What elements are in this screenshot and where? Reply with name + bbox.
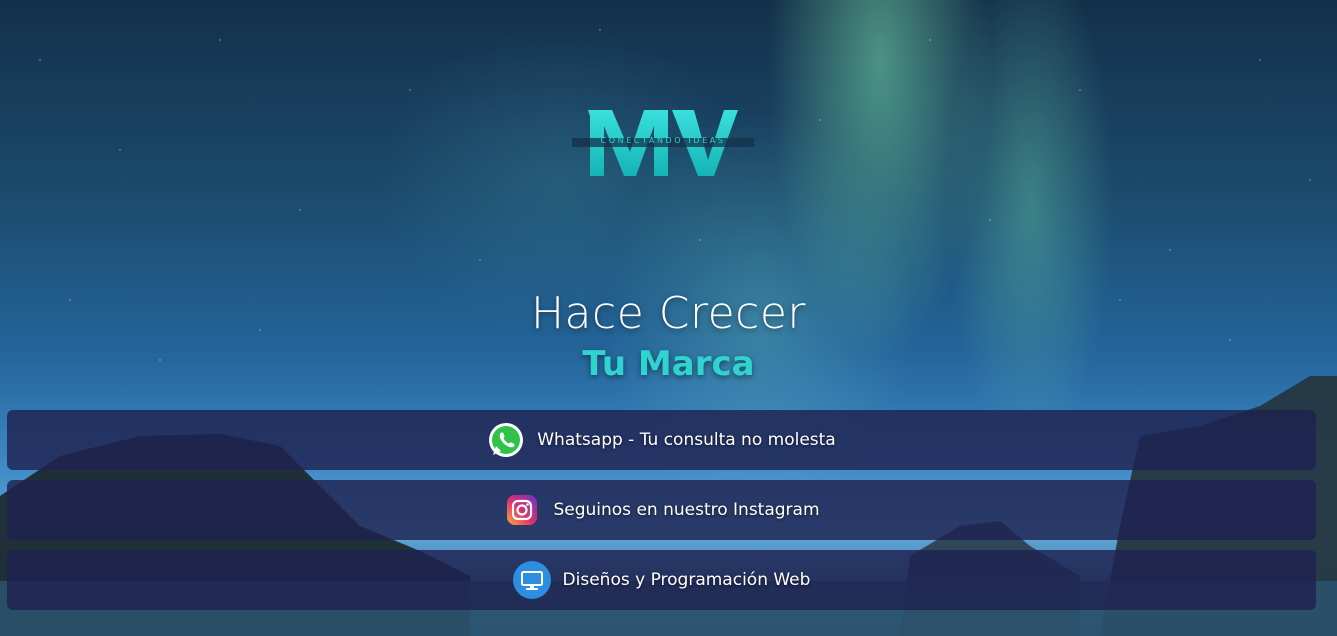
web-design-link-label: Diseños y Programación Web (562, 570, 811, 590)
whatsapp-link-label: Whatsapp - Tu consulta no molesta (537, 430, 836, 450)
instagram-icon (503, 491, 541, 529)
instagram-link-label: Seguinos en nuestro Instagram (553, 500, 820, 520)
hero-headline: Hace Crecer (530, 288, 807, 339)
link-list: Whatsapp - Tu consulta no molesta Seguin… (7, 410, 1316, 620)
web-design-link-button[interactable]: Diseños y Programación Web (7, 550, 1316, 610)
instagram-link-button[interactable]: Seguinos en nuestro Instagram (7, 480, 1316, 540)
whatsapp-icon (487, 421, 525, 459)
landing-page: CONECTANDO IDEAS Hace Crecer Tu Marca Wh… (0, 0, 1337, 636)
hero-subheadline: Tu Marca (582, 344, 755, 384)
logo-tagline: CONECTANDO IDEAS (600, 136, 726, 145)
monitor-icon (512, 561, 551, 599)
whatsapp-link-button[interactable]: Whatsapp - Tu consulta no molesta (7, 410, 1316, 470)
